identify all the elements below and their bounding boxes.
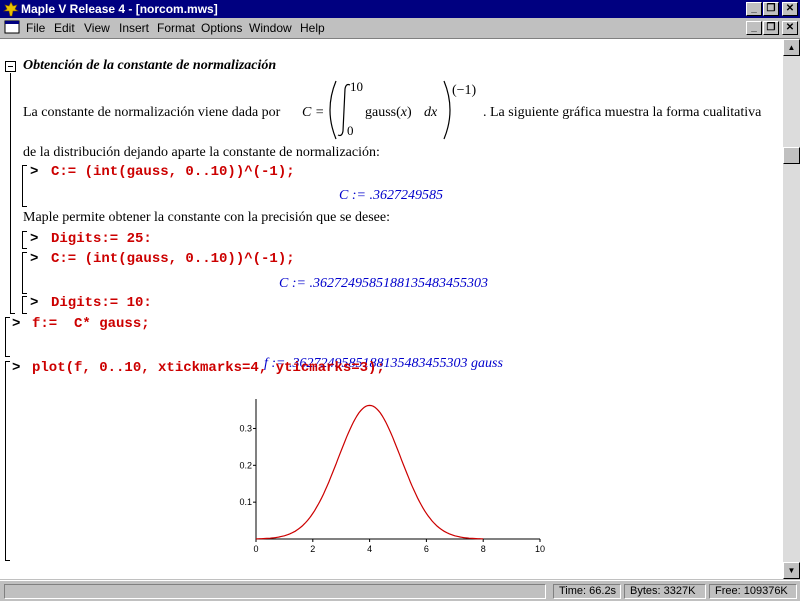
y-tick-label: 0.1 (239, 497, 252, 507)
integral-upper-limit: 10 (350, 79, 363, 94)
integrand: gauss(x) (365, 105, 412, 121)
doc-restore-button[interactable]: ❐ (763, 21, 779, 35)
integral-dx: dx (424, 105, 438, 120)
execution-group-bracket (22, 296, 27, 314)
x-tick-label: 8 (481, 544, 486, 554)
status-bytes: Bytes: 3327K (624, 584, 706, 599)
window-title: Maple V Release 4 - [norcom.mws] (21, 2, 218, 16)
section-collapse-toggle[interactable] (5, 61, 16, 72)
paragraph-line2: de la distribución dejando aparte la con… (23, 145, 380, 160)
input-line[interactable]: Digits:= 25: (51, 231, 152, 247)
paragraph-text: La constante de normalización viene dada… (23, 105, 281, 120)
y-tick-label: 0.2 (239, 460, 252, 470)
output-line: C := .3627249585188135483455303 (279, 276, 488, 291)
prompt: > (30, 251, 39, 267)
menu-options[interactable]: Options (201, 21, 242, 35)
title-bar: Maple V Release 4 - [norcom.mws] _ ❐ ✕ (0, 0, 800, 18)
integrand-close: ) (407, 105, 412, 120)
doc-minimize-button[interactable]: _ (746, 21, 762, 35)
output-line: C := .3627249585 (339, 188, 443, 203)
menu-edit[interactable]: Edit (54, 21, 75, 35)
input-line[interactable]: C:= (int(gauss, 0..10))^(-1); (51, 164, 295, 180)
x-tick-label: 10 (535, 544, 545, 554)
prompt: > (12, 360, 21, 376)
input-line[interactable]: C:= (int(gauss, 0..10))^(-1); (51, 251, 295, 267)
minimize-button[interactable]: _ (746, 2, 762, 16)
status-message (4, 584, 546, 599)
paragraph-text-continued: . La siguiente gráfica muestra la forma … (483, 105, 762, 120)
prompt: > (30, 164, 39, 180)
formula-lhs: C = (302, 105, 325, 120)
menu-view[interactable]: View (84, 21, 110, 35)
plot-region[interactable]: 0 2 4 6 8 10 0.1 0.2 0.3 (230, 394, 560, 554)
input-line[interactable]: f:= C* gauss; (32, 316, 150, 332)
prompt: > (12, 316, 21, 332)
x-tick-label: 6 (424, 544, 429, 554)
maple-leaf-icon[interactable] (3, 1, 19, 17)
status-bar: Time: 66.2s Bytes: 3327K Free: 109376K (0, 580, 800, 601)
worksheet[interactable]: Obtención de la constante de normalizaci… (0, 39, 783, 579)
doc-close-button[interactable]: ✕ (782, 21, 798, 35)
x-tick-label: 0 (253, 544, 258, 554)
gaussian-curve (256, 404, 484, 540)
scroll-up-button[interactable]: ▲ (783, 39, 800, 56)
input-line[interactable]: Digits:= 10: (51, 295, 152, 311)
menu-help[interactable]: Help (300, 21, 325, 35)
execution-group-bracket (22, 252, 27, 294)
menu-bar: File Edit View Insert Format Options Win… (0, 18, 800, 39)
close-button[interactable]: ✕ (782, 2, 798, 16)
menu-window[interactable]: Window (249, 21, 292, 35)
menu-insert[interactable]: Insert (119, 21, 149, 35)
output-symbol: gauss (471, 356, 503, 371)
menu-format[interactable]: Format (157, 21, 195, 35)
execution-group-bracket (5, 317, 10, 357)
scroll-thumb[interactable] (783, 147, 800, 164)
scroll-down-button[interactable]: ▼ (783, 562, 800, 579)
x-tick-label: 4 (367, 544, 372, 554)
prompt: > (30, 231, 39, 247)
execution-group-bracket (22, 165, 27, 207)
section-bracket (10, 73, 11, 313)
document-icon[interactable] (4, 20, 20, 34)
input-line[interactable]: plot(f, 0..10, xtickmarks=4, yticmarks=3… (32, 360, 385, 376)
paragraph2: Maple permite obtener la constante con l… (23, 210, 390, 225)
integrand-func: gauss( (365, 105, 401, 120)
integral-lower-limit: 0 (347, 123, 354, 138)
status-free: Free: 109376K (709, 584, 797, 599)
vertical-scrollbar[interactable]: ▲ ▼ (783, 39, 800, 579)
x-tick-label: 2 (310, 544, 315, 554)
execution-group-bracket (22, 231, 27, 249)
y-tick-label: 0.3 (239, 423, 252, 433)
execution-group-bracket (5, 361, 10, 561)
section-bracket-end (10, 313, 15, 314)
formula-exponent: (−1) (452, 83, 477, 98)
menu-file[interactable]: File (26, 21, 45, 35)
restore-button[interactable]: ❐ (763, 2, 779, 16)
prompt: > (30, 295, 39, 311)
section-title: Obtención de la constante de normalizaci… (23, 58, 277, 73)
status-time: Time: 66.2s (553, 584, 621, 599)
